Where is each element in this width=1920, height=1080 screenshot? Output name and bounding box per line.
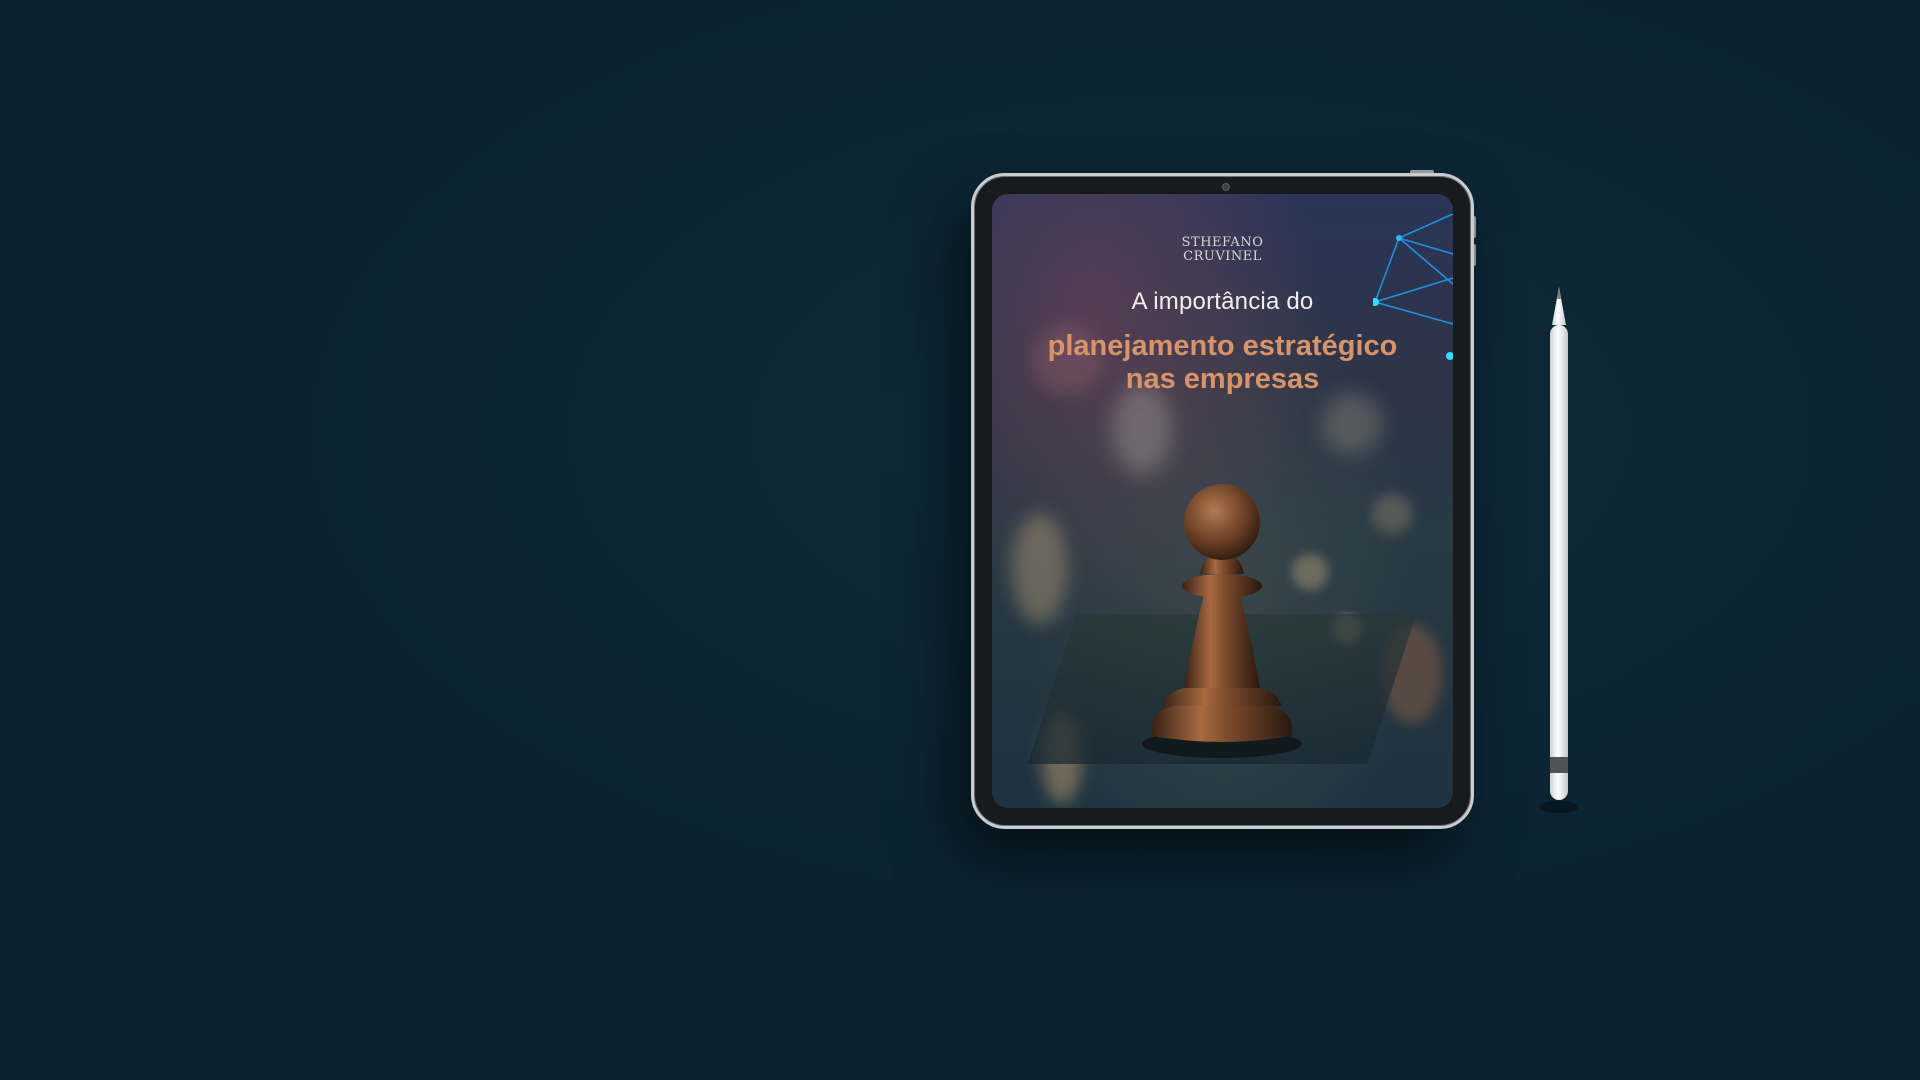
- background: [0, 0, 1920, 1080]
- cover-title-main: planejamento estratégico: [1047, 330, 1398, 362]
- bokeh-light: [1372, 494, 1412, 534]
- cover-title-main-2: nas empresas: [1125, 363, 1320, 395]
- ebook-cover: STHEFANO CRUVINEL A importância do plane…: [992, 194, 1453, 808]
- cover-title-intro: A importância do: [1131, 288, 1314, 315]
- stylus-pen-icon: [1540, 287, 1578, 813]
- bokeh-light: [1322, 394, 1382, 454]
- brand-name: STHEFANO: [1181, 235, 1264, 250]
- chess-pawn-icon: [1142, 484, 1302, 758]
- camera-icon: [1222, 183, 1230, 191]
- tablet-device: STHEFANO CRUVINEL A importância do plane…: [971, 173, 1474, 829]
- brand-surname: CRUVINEL: [1183, 249, 1262, 264]
- bokeh-light: [1012, 514, 1067, 624]
